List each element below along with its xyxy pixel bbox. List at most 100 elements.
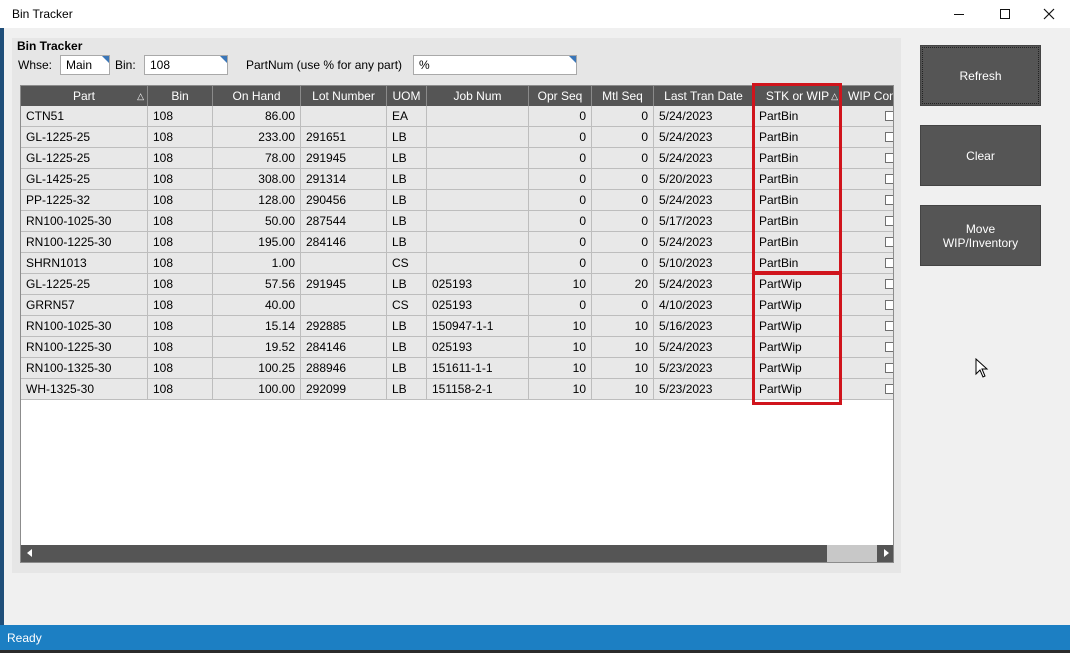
cell-stk-or-wip[interactable]: PartBin xyxy=(754,253,842,273)
cell-bin[interactable]: 108 xyxy=(148,211,213,231)
cell-part[interactable]: GL-1225-25 xyxy=(21,148,148,168)
refresh-button[interactable]: Refresh xyxy=(920,45,1041,106)
cell-stk-or-wip[interactable]: PartBin xyxy=(754,232,842,252)
cell-part[interactable]: PP-1225-32 xyxy=(21,190,148,210)
col-header-lot-number[interactable]: Lot Number xyxy=(301,86,387,106)
cell-job-num[interactable]: 151158-2-1 xyxy=(427,379,529,399)
cell-bin[interactable]: 108 xyxy=(148,148,213,168)
cell-last-tran-date[interactable]: 5/10/2023 xyxy=(654,253,754,273)
cell-last-tran-date[interactable]: 5/24/2023 xyxy=(654,232,754,252)
cell-bin[interactable]: 108 xyxy=(148,295,213,315)
cell-lot-number[interactable] xyxy=(301,295,387,315)
cell-on-hand[interactable]: 308.00 xyxy=(213,169,301,189)
cell-on-hand[interactable]: 128.00 xyxy=(213,190,301,210)
cell-mtl-seq[interactable]: 10 xyxy=(592,358,654,378)
table-row[interactable]: RN100-1025-30 108 50.00 287544 LB 0 0 5/17/2023… xyxy=(21,211,893,232)
wip-con-checkbox[interactable] xyxy=(885,300,893,310)
cell-stk-or-wip[interactable]: PartBin xyxy=(754,190,842,210)
table-row[interactable]: WH-1325-30 108 100.00 292099 LB 151158-2-1 10 1… xyxy=(21,379,893,400)
table-row[interactable]: GL-1225-25 108 78.00 291945 LB 0 0 5/24/2023 Par… xyxy=(21,148,893,169)
cell-on-hand[interactable]: 195.00 xyxy=(213,232,301,252)
cell-on-hand[interactable]: 40.00 xyxy=(213,295,301,315)
cell-bin[interactable]: 108 xyxy=(148,169,213,189)
col-header-stk-or-wip[interactable]: STK or WIP △ xyxy=(754,86,842,106)
cell-last-tran-date[interactable]: 5/24/2023 xyxy=(654,190,754,210)
cell-job-num[interactable]: 151611-1-1 xyxy=(427,358,529,378)
cell-mtl-seq[interactable]: 0 xyxy=(592,106,654,126)
minimize-button[interactable] xyxy=(936,0,982,28)
cell-uom[interactable]: LB xyxy=(387,337,427,357)
whse-field[interactable]: Main xyxy=(60,55,110,75)
cell-job-num[interactable] xyxy=(427,169,529,189)
table-row[interactable]: PP-1225-32 108 128.00 290456 LB 0 0 5/24/2023 Pa… xyxy=(21,190,893,211)
cell-uom[interactable]: LB xyxy=(387,169,427,189)
cell-lot-number[interactable]: 284146 xyxy=(301,232,387,252)
wip-con-checkbox[interactable] xyxy=(885,279,893,289)
cell-uom[interactable]: LB xyxy=(387,379,427,399)
wip-con-checkbox[interactable] xyxy=(885,321,893,331)
cell-lot-number[interactable]: 291651 xyxy=(301,127,387,147)
col-header-on-hand[interactable]: On Hand xyxy=(213,86,301,106)
cell-lot-number[interactable]: 290456 xyxy=(301,190,387,210)
cell-mtl-seq[interactable]: 0 xyxy=(592,295,654,315)
table-row[interactable]: CTN51 108 86.00 EA 0 0 5/24/2023 PartBin xyxy=(21,106,893,127)
col-header-part[interactable]: Part △ xyxy=(21,86,148,106)
cell-last-tran-date[interactable]: 5/23/2023 xyxy=(654,379,754,399)
cell-uom[interactable]: LB xyxy=(387,211,427,231)
cell-opr-seq[interactable]: 0 xyxy=(529,148,592,168)
cell-last-tran-date[interactable]: 5/24/2023 xyxy=(654,337,754,357)
cell-part[interactable]: WH-1325-30 xyxy=(21,379,148,399)
cell-last-tran-date[interactable]: 5/20/2023 xyxy=(654,169,754,189)
cell-mtl-seq[interactable]: 10 xyxy=(592,316,654,336)
scroll-thumb[interactable] xyxy=(827,545,877,562)
bin-field[interactable]: 108 xyxy=(144,55,228,75)
cell-opr-seq[interactable]: 10 xyxy=(529,274,592,294)
cell-uom[interactable]: CS xyxy=(387,295,427,315)
cell-lot-number[interactable]: 284146 xyxy=(301,337,387,357)
table-row[interactable]: RN100-1025-30 108 15.14 292885 LB 150947-1-1 1… xyxy=(21,316,893,337)
table-row[interactable]: GL-1425-25 108 308.00 291314 LB 0 0 5/20/2023 Pa… xyxy=(21,169,893,190)
cell-uom[interactable]: LB xyxy=(387,190,427,210)
cell-job-num[interactable]: 150947-1-1 xyxy=(427,316,529,336)
table-row[interactable]: GRRN57 108 40.00 CS 025193 0 0 4/10/2023 PartWip xyxy=(21,295,893,316)
cell-uom[interactable]: LB xyxy=(387,127,427,147)
cell-part[interactable]: RN100-1025-30 xyxy=(21,316,148,336)
cell-last-tran-date[interactable]: 5/16/2023 xyxy=(654,316,754,336)
cell-part[interactable]: SHRN1013 xyxy=(21,253,148,273)
cell-on-hand[interactable]: 57.56 xyxy=(213,274,301,294)
cell-uom[interactable]: LB xyxy=(387,148,427,168)
cell-opr-seq[interactable]: 10 xyxy=(529,358,592,378)
cell-part[interactable]: RN100-1025-30 xyxy=(21,211,148,231)
cell-last-tran-date[interactable]: 4/10/2023 xyxy=(654,295,754,315)
cell-mtl-seq[interactable]: 10 xyxy=(592,379,654,399)
col-header-job-num[interactable]: Job Num xyxy=(427,86,529,106)
cell-uom[interactable]: CS xyxy=(387,253,427,273)
cell-last-tran-date[interactable]: 5/17/2023 xyxy=(654,211,754,231)
cell-opr-seq[interactable]: 0 xyxy=(529,169,592,189)
cell-lot-number[interactable] xyxy=(301,106,387,126)
cell-opr-seq[interactable]: 0 xyxy=(529,190,592,210)
cell-last-tran-date[interactable]: 5/24/2023 xyxy=(654,148,754,168)
cell-bin[interactable]: 108 xyxy=(148,379,213,399)
horizontal-scrollbar[interactable] xyxy=(21,545,893,562)
cell-stk-or-wip[interactable]: PartWip xyxy=(754,316,842,336)
wip-con-checkbox[interactable] xyxy=(885,384,893,394)
col-header-bin[interactable]: Bin xyxy=(148,86,213,106)
col-header-opr-seq[interactable]: Opr Seq xyxy=(529,86,592,106)
cell-stk-or-wip[interactable]: PartBin xyxy=(754,106,842,126)
table-row[interactable]: GL-1225-25 108 233.00 291651 LB 0 0 5/24/2023 Pa… xyxy=(21,127,893,148)
cell-stk-or-wip[interactable]: PartWip xyxy=(754,358,842,378)
cell-lot-number[interactable]: 291314 xyxy=(301,169,387,189)
table-row[interactable]: SHRN1013 108 1.00 CS 0 0 5/10/2023 PartBin xyxy=(21,253,893,274)
wip-con-checkbox[interactable] xyxy=(885,174,893,184)
table-row[interactable]: RN100-1325-30 108 100.25 288946 LB 151611-1-1… xyxy=(21,358,893,379)
cell-lot-number[interactable]: 288946 xyxy=(301,358,387,378)
col-header-wip-con[interactable]: WIP Con xyxy=(842,86,893,106)
cell-on-hand[interactable]: 78.00 xyxy=(213,148,301,168)
cell-mtl-seq[interactable]: 0 xyxy=(592,253,654,273)
cell-uom[interactable]: LB xyxy=(387,316,427,336)
cell-last-tran-date[interactable]: 5/23/2023 xyxy=(654,358,754,378)
cell-job-num[interactable] xyxy=(427,211,529,231)
cell-on-hand[interactable]: 1.00 xyxy=(213,253,301,273)
table-row[interactable]: RN100-1225-30 108 195.00 284146 LB 0 0 5/24/202… xyxy=(21,232,893,253)
